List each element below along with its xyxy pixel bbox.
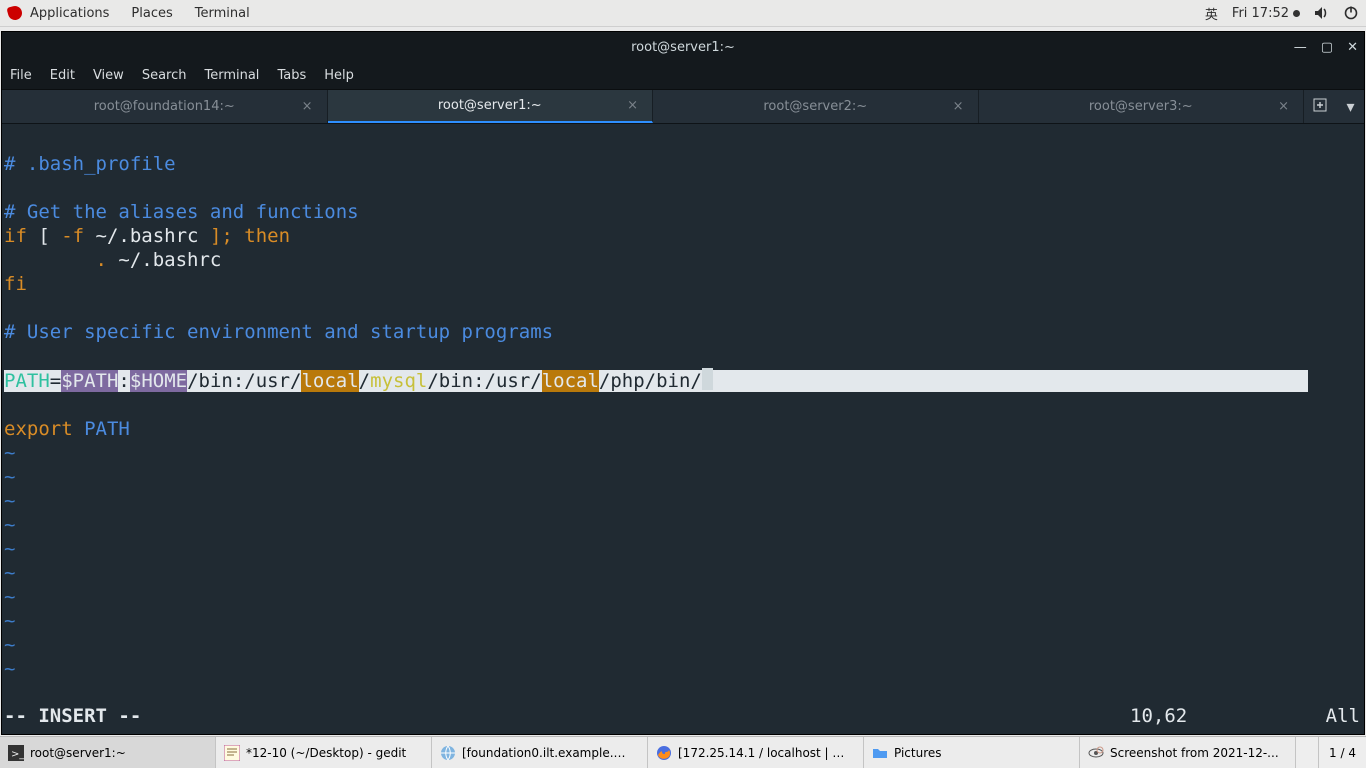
ime-indicator[interactable]: 英 (1205, 4, 1218, 23)
terminal-icon: >_ (8, 745, 24, 761)
menu-help[interactable]: Help (324, 68, 354, 83)
menu-places[interactable]: Places (131, 6, 172, 21)
volume-icon[interactable] (1314, 6, 1330, 20)
gnome-taskbar: >_ root@server1:~ *12-10 (~/Desktop) - g… (0, 736, 1366, 768)
eye-icon (1088, 745, 1104, 761)
svg-text:>_: >_ (11, 749, 24, 760)
tab-close-icon[interactable]: × (1278, 99, 1289, 114)
code-line: # User specific environment and startup … (4, 321, 553, 343)
window-title: root@server1:~ (631, 40, 735, 55)
folder-icon (872, 745, 888, 761)
gedit-icon (224, 745, 240, 761)
tab-server3[interactable]: root@server3:~× (979, 90, 1305, 123)
redhat-logo-icon (6, 4, 23, 21)
clock[interactable]: Fri 17:52 (1232, 6, 1300, 21)
maximize-icon[interactable]: ▢ (1321, 40, 1333, 55)
task-firefox[interactable]: [172.25.14.1 / localhost | p... (648, 737, 864, 768)
terminal-tabbar: root@foundation14:~× root@server1:~× roo… (2, 90, 1364, 124)
code-line: # Get the aliases and functions (4, 201, 359, 223)
terminal-window: root@server1:~ — ▢ ✕ File Edit View Sear… (1, 31, 1365, 735)
menu-terminal[interactable]: Terminal (195, 6, 250, 21)
task-imageviewer[interactable]: Screenshot from 2021-12-... (1080, 737, 1296, 768)
tab-menu-icon[interactable]: ▾ (1346, 97, 1354, 116)
vim-scroll: All (1300, 704, 1360, 728)
tab-server2[interactable]: root@server2:~× (653, 90, 979, 123)
task-files[interactable]: Pictures (864, 737, 1080, 768)
firefox-icon (656, 745, 672, 761)
tab-close-icon[interactable]: × (302, 99, 313, 114)
new-tab-icon[interactable] (1313, 97, 1327, 116)
task-browser1[interactable]: [foundation0.ilt.example.co... (432, 737, 648, 768)
tab-server1[interactable]: root@server1:~× (328, 90, 654, 123)
vim-status-line: -- INSERT -- 10,62 All (4, 704, 1360, 728)
menu-search[interactable]: Search (142, 68, 187, 83)
power-icon[interactable] (1344, 6, 1358, 20)
menu-edit[interactable]: Edit (50, 68, 75, 83)
code-line: # .bash_profile (4, 153, 176, 175)
gnome-topbar: Applications Places Terminal 英 Fri 17:52 (0, 0, 1366, 27)
workspace-indicator[interactable]: 1 / 4 (1318, 737, 1366, 768)
close-icon[interactable]: ✕ (1347, 40, 1358, 55)
tab-foundation14[interactable]: root@foundation14:~× (2, 90, 328, 123)
menu-terminal[interactable]: Terminal (204, 68, 259, 83)
menu-file[interactable]: File (10, 68, 32, 83)
menu-applications[interactable]: Applications (30, 6, 109, 21)
vim-cursor (702, 368, 713, 390)
vim-cursor-pos: 10,62 (1130, 704, 1300, 728)
tab-close-icon[interactable]: × (627, 98, 638, 113)
tab-close-icon[interactable]: × (953, 99, 964, 114)
window-titlebar[interactable]: root@server1:~ — ▢ ✕ (2, 32, 1364, 62)
menu-view[interactable]: View (93, 68, 124, 83)
menu-tabs[interactable]: Tabs (277, 68, 306, 83)
terminal-menubar: File Edit View Search Terminal Tabs Help (2, 62, 1364, 90)
task-terminal[interactable]: >_ root@server1:~ (0, 737, 216, 768)
browser-icon (440, 745, 456, 761)
vim-mode: -- INSERT -- (4, 704, 141, 728)
task-gedit[interactable]: *12-10 (~/Desktop) - gedit (216, 737, 432, 768)
vim-editor[interactable]: # .bash_profile # Get the aliases and fu… (2, 124, 1364, 734)
minimize-icon[interactable]: — (1294, 40, 1307, 55)
